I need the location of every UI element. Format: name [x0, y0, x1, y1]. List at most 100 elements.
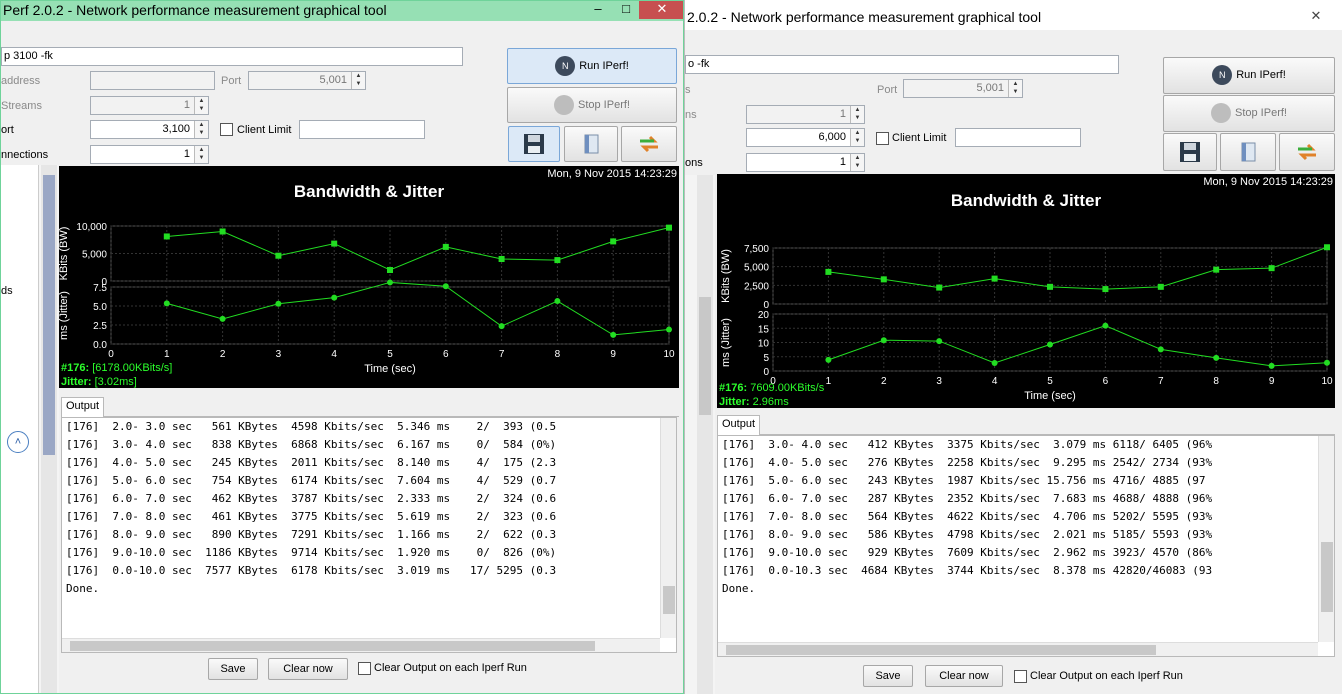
- iperf-window-right: 2.0.2 - Network performance measurement …: [684, 0, 1342, 694]
- vertical-scrollbar[interactable]: [660, 418, 676, 638]
- stop-iperf-button[interactable]: Stop IPerf!: [1163, 95, 1335, 132]
- side-fragment: ds: [1, 285, 13, 297]
- client-limit-label: Client Limit: [892, 132, 947, 144]
- connections-input[interactable]: 1 ▲ ▼: [746, 153, 865, 172]
- save-config-button[interactable]: [1163, 133, 1217, 171]
- bandwidth-point: [163, 233, 170, 240]
- bandwidth-point: [991, 275, 998, 282]
- streams-spinner[interactable]: ▲ ▼: [194, 97, 208, 114]
- stop-icon: [554, 95, 574, 116]
- close-button[interactable]: ✕: [1301, 8, 1331, 26]
- status-jitter: Jitter: 2.96ms: [719, 396, 789, 408]
- bandwidth-point: [498, 256, 505, 262]
- x-tick-label: 8: [1213, 376, 1219, 387]
- output-line: Done.: [722, 582, 756, 595]
- client-limit-input[interactable]: [299, 120, 425, 139]
- y-axis-label: KBits (BW): [59, 227, 70, 281]
- x-tick-label: 0: [108, 349, 114, 360]
- connections-spinner[interactable]: ▲ ▼: [850, 154, 864, 171]
- port-value: 5,001: [976, 82, 1004, 94]
- tab-output[interactable]: Output: [717, 415, 761, 435]
- iperf-window-left: Perf 2.0.2 - Network performance measure…: [0, 0, 684, 694]
- collapse-icon[interactable]: ˄: [7, 431, 29, 453]
- minimize-button[interactable]: –: [583, 1, 613, 19]
- jitter-series-line: [828, 325, 1328, 367]
- save-output-button[interactable]: Save: [863, 665, 913, 687]
- streams-input[interactable]: 1 ▲ ▼: [90, 96, 209, 115]
- y-tick-label: 7.5: [93, 283, 107, 294]
- output-line: [176] 6.0- 7.0 sec 462 KBytes 3787 Kbits…: [66, 492, 557, 505]
- iperf-logo-icon: N: [1212, 65, 1233, 86]
- client-limit-input[interactable]: [955, 128, 1081, 147]
- jitter-point: [1047, 341, 1053, 348]
- address-input[interactable]: [90, 71, 215, 90]
- horizontal-scrollbar[interactable]: [62, 638, 660, 652]
- maximize-button[interactable]: □: [611, 1, 641, 19]
- port-spinner[interactable]: ▲ ▼: [351, 72, 365, 89]
- listen-port-spinner[interactable]: ▲ ▼: [194, 121, 208, 138]
- streams-spinner[interactable]: ▲ ▼: [850, 106, 864, 123]
- connections-value: 1: [839, 156, 846, 168]
- output-line: [176] 7.0- 8.0 sec 461 KBytes 3775 Kbits…: [66, 510, 557, 523]
- y-tick-label: 5,000: [744, 263, 769, 274]
- output-text: [176] 3.0- 4.0 sec 412 KBytes 3375 Kbits…: [718, 436, 1334, 598]
- output-area[interactable]: [176] 3.0- 4.0 sec 412 KBytes 3375 Kbits…: [717, 435, 1335, 657]
- title-bar: Perf 2.0.2 - Network performance measure…: [1, 1, 683, 21]
- open-config-button[interactable]: [1220, 133, 1276, 171]
- port-input[interactable]: 5,001 ▲ ▼: [903, 79, 1023, 98]
- clear-now-button[interactable]: Clear now: [925, 665, 1003, 687]
- x-tick-label: 10: [1321, 376, 1333, 387]
- save-output-button[interactable]: Save: [208, 658, 258, 680]
- window-title: 2.0.2 - Network performance measurement …: [687, 9, 1042, 25]
- window-content: o -fk s Port 5,001 ▲ ▼ ns 1 ▲ ▼ 6,000 ▲ ▼ Clie…: [685, 30, 1342, 694]
- status-bandwidth: #176: [6178.00KBits/s]: [61, 362, 172, 374]
- output-line: [176] 3.0- 4.0 sec 838 KBytes 6868 Kbits…: [66, 438, 557, 451]
- output-area[interactable]: [176] 2.0- 3.0 sec 561 KBytes 4598 Kbits…: [61, 417, 677, 653]
- clear-each-run-checkbox[interactable]: [358, 662, 371, 675]
- listen-port-spinner[interactable]: ▲ ▼: [850, 129, 864, 146]
- streams-input[interactable]: 1 ▲ ▼: [746, 105, 865, 124]
- listen-port-value: 3,100: [162, 123, 190, 135]
- close-button[interactable]: ✕: [639, 1, 683, 19]
- horizontal-scrollbar[interactable]: [718, 642, 1318, 656]
- connections-input[interactable]: 1 ▲ ▼: [90, 145, 209, 164]
- output-line: [176] 8.0- 9.0 sec 890 KBytes 7291 Kbits…: [66, 528, 557, 541]
- stop-iperf-button[interactable]: Stop IPerf!: [507, 87, 677, 123]
- bandwidth-point: [554, 257, 561, 264]
- run-iperf-button[interactable]: N Run IPerf!: [1163, 57, 1335, 94]
- open-config-button[interactable]: [564, 126, 618, 162]
- address-label: address: [1, 75, 41, 87]
- client-limit-checkbox[interactable]: [876, 132, 889, 145]
- vertical-scrollbar[interactable]: [1318, 436, 1334, 642]
- tab-row: Output: [717, 415, 1335, 435]
- clear-now-button[interactable]: Clear now: [268, 658, 348, 680]
- bandwidth-point: [880, 276, 887, 283]
- refresh-button[interactable]: [621, 126, 677, 162]
- port-spinner[interactable]: ▲ ▼: [1008, 80, 1022, 97]
- jitter-label: Jitter:: [61, 376, 92, 388]
- save-config-button[interactable]: [508, 126, 560, 162]
- bandwidth-point: [1324, 244, 1330, 251]
- x-tick-label: 9: [1269, 376, 1275, 387]
- bandwidth-point: [1213, 266, 1220, 273]
- refresh-button[interactable]: [1279, 133, 1335, 171]
- status-id: #176:: [719, 382, 748, 394]
- y-tick-label: 10: [758, 339, 770, 350]
- listen-port-input[interactable]: 3,100 ▲ ▼: [90, 120, 209, 139]
- graph-timestamp: Mon, 9 Nov 2015 14:23:29: [547, 168, 677, 180]
- tab-output[interactable]: Output: [61, 397, 105, 417]
- output-text: [176] 2.0- 3.0 sec 561 KBytes 4598 Kbits…: [62, 418, 676, 598]
- jitter-point: [331, 294, 338, 301]
- x-tick-label: 2: [881, 376, 887, 387]
- output-line: [176] 5.0- 6.0 sec 243 KBytes 1987 Kbits…: [722, 474, 1206, 487]
- command-line-field[interactable]: p 3100 -fk: [1, 47, 463, 66]
- listen-port-input[interactable]: 6,000 ▲ ▼: [746, 128, 865, 147]
- clear-each-run-checkbox[interactable]: [1014, 670, 1027, 683]
- port-input[interactable]: 5,001 ▲ ▼: [248, 71, 366, 90]
- run-iperf-button[interactable]: N Run IPerf!: [507, 48, 677, 84]
- bandwidth-point: [331, 240, 338, 247]
- x-axis-label: Time (sec): [1024, 390, 1076, 402]
- command-line-field[interactable]: o -fk: [685, 55, 1119, 74]
- connections-spinner[interactable]: ▲ ▼: [194, 146, 208, 163]
- client-limit-checkbox[interactable]: [220, 123, 233, 136]
